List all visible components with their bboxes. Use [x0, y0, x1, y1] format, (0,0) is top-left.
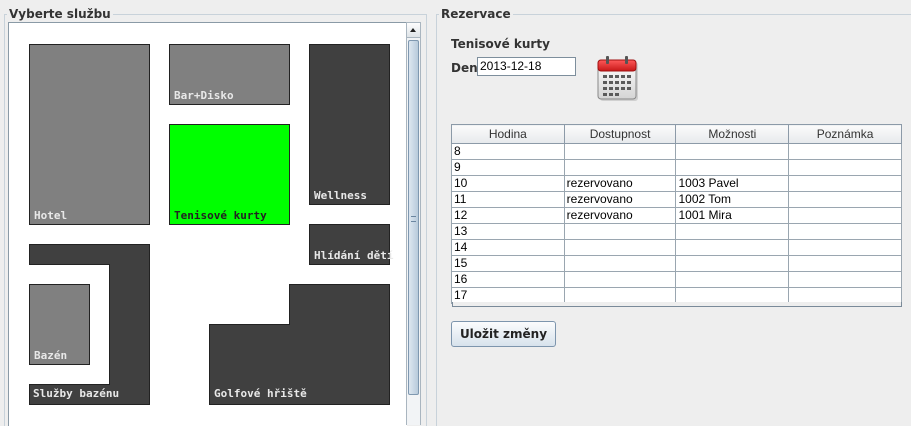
table-cell[interactable] [675, 143, 790, 160]
table-cell[interactable]: 11 [451, 191, 565, 208]
table-cell[interactable] [788, 175, 902, 192]
table-cell[interactable] [563, 143, 677, 160]
table-row[interactable]: 15 [451, 255, 902, 272]
table-cell[interactable] [788, 239, 902, 256]
table-cell[interactable] [675, 239, 790, 256]
service-tenisove-kurty[interactable]: Tenisové kurty [169, 124, 290, 225]
table-cell[interactable] [788, 143, 902, 160]
table-row[interactable]: 16 [451, 271, 902, 288]
table-cell[interactable] [563, 223, 677, 240]
column-header-dostupnost[interactable]: Dostupnost [563, 124, 677, 144]
service-label: Tenisové kurty [174, 209, 267, 222]
calendar-button[interactable] [597, 55, 641, 103]
table-cell[interactable]: 8 [451, 143, 565, 160]
table-cell[interactable]: 10 [451, 175, 565, 192]
service-label: Služby bazénu [33, 387, 120, 400]
service-hlidani-deti[interactable]: Hlídání dětí [309, 224, 394, 265]
table-cell[interactable]: 1001 Mira [675, 207, 790, 224]
table-cell[interactable]: 14 [451, 239, 565, 256]
selected-service-name: Tenisové kurty [451, 37, 550, 51]
table-cell[interactable]: 12 [451, 207, 565, 224]
service-wellness[interactable]: Wellness [309, 44, 390, 205]
table-cell[interactable] [563, 159, 677, 176]
table-cell[interactable] [675, 159, 790, 176]
date-field[interactable]: 2013-12-18 [477, 57, 576, 76]
reservation-panel-title: Rezervace [439, 7, 513, 21]
service-label: Bar+Disko [174, 89, 234, 102]
table-row[interactable]: 8 [451, 143, 902, 160]
table-row[interactable]: 10 rezervovano 1003 Pavel [451, 175, 902, 192]
table-cell[interactable] [563, 271, 677, 288]
column-header-hodina[interactable]: Hodina [451, 124, 565, 144]
table-cell[interactable] [788, 223, 902, 240]
service-panel-title: Vyberte službu [7, 7, 113, 21]
table-cell[interactable] [563, 239, 677, 256]
service-bar-disko[interactable]: Bar+Disko [169, 44, 290, 105]
table-row[interactable]: 14 [451, 239, 902, 256]
map-scrollbar[interactable] [406, 22, 421, 425]
table-cell[interactable]: 15 [451, 255, 565, 272]
table-header-row: Hodina Dostupnost Možnosti Poznámka [451, 124, 902, 144]
service-hotel[interactable]: Hotel [29, 44, 150, 225]
scroll-thumb[interactable] [408, 40, 419, 395]
reservation-table[interactable]: Hodina Dostupnost Možnosti Poznámka 8 9 10… [451, 124, 902, 304]
table-cell[interactable]: 1002 Tom [675, 191, 790, 208]
table-cell[interactable]: 13 [451, 223, 565, 240]
table-row[interactable]: 12 rezervovano 1001 Mira [451, 207, 902, 224]
service-map: Hotel Bar+Disko Wellness Tenisové kurty … [8, 22, 407, 426]
table-cell[interactable] [563, 255, 677, 272]
table-cell[interactable] [675, 271, 790, 288]
table-cell[interactable] [675, 223, 790, 240]
service-label: Wellness [314, 189, 367, 202]
table-cell[interactable] [788, 271, 902, 288]
table-cell[interactable]: 9 [451, 159, 565, 176]
table-cell[interactable] [788, 191, 902, 208]
service-label: Hotel [34, 209, 68, 222]
table-cell[interactable] [675, 255, 790, 272]
table-cell[interactable]: rezervovano [563, 191, 677, 208]
table-cell[interactable]: 1003 Pavel [675, 175, 790, 192]
service-label: Golfové hřiště [214, 387, 307, 400]
service-label: Bazén [34, 349, 68, 362]
table-cell[interactable] [788, 255, 902, 272]
save-changes-button[interactable]: Uložit změny [451, 321, 556, 347]
table-row[interactable]: 9 [451, 159, 902, 176]
table-cell[interactable]: 16 [451, 271, 565, 288]
scroll-up-arrow-icon[interactable] [407, 23, 420, 38]
table-empty-area [452, 302, 902, 307]
column-header-moznosti[interactable]: Možnosti [675, 124, 790, 144]
service-label: Hlídání dětí [314, 249, 394, 262]
calendar-icon [597, 56, 638, 101]
table-cell[interactable]: rezervovano [563, 175, 677, 192]
table-cell[interactable] [788, 207, 902, 224]
table-row[interactable]: 13 [451, 223, 902, 240]
column-header-poznamka[interactable]: Poznámka [788, 124, 902, 144]
table-cell[interactable]: rezervovano [563, 207, 677, 224]
service-bazen[interactable]: Bazén [29, 284, 90, 365]
table-cell[interactable] [788, 159, 902, 176]
table-row[interactable]: 11 rezervovano 1002 Tom [451, 191, 902, 208]
